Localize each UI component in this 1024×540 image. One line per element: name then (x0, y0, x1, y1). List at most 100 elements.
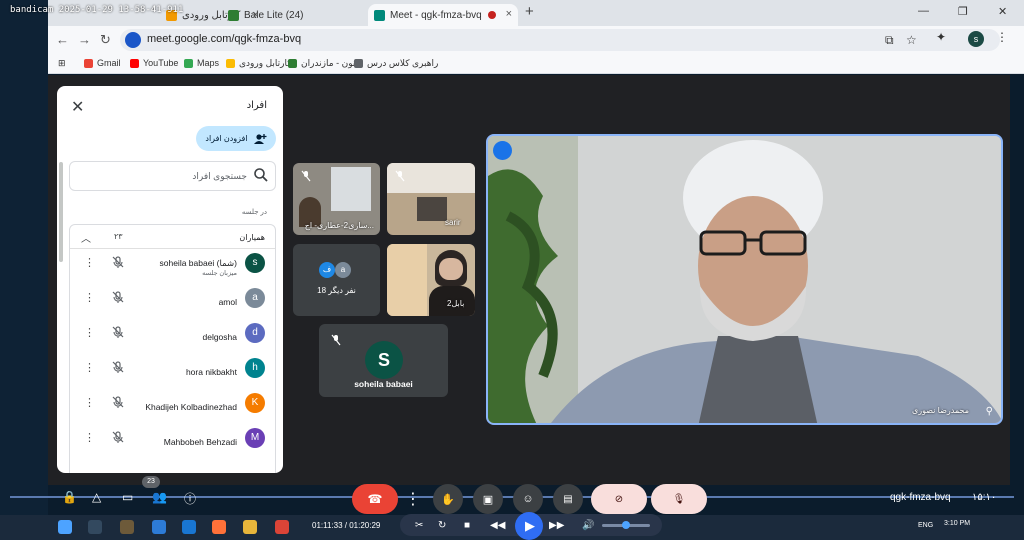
participant-role: میزبان جلسه (202, 270, 237, 277)
maximize-icon[interactable]: ❐ (958, 5, 968, 18)
system-time[interactable]: 3:10 PM (944, 520, 970, 527)
tab-favicon-icon (374, 10, 385, 21)
pin-icon[interactable]: ⚲ (986, 406, 993, 417)
profile-avatar[interactable]: s (968, 31, 984, 47)
mic-off-icon (112, 361, 124, 373)
mic-off-icon: 🎙 (672, 493, 686, 505)
search-taskbar-icon[interactable] (88, 520, 102, 534)
panel-scrollbar[interactable] (59, 162, 63, 262)
close-icon[interactable]: × (506, 8, 512, 20)
more-vert-icon[interactable]: ⋮ (84, 256, 95, 269)
more-vert-icon[interactable]: ⋮ (84, 361, 95, 374)
participant-avatar: M (245, 428, 265, 448)
minimize-icon[interactable]: — (918, 5, 929, 17)
volume-icon[interactable]: 🔊 (582, 520, 594, 531)
extensions-icon[interactable]: ✦ (936, 30, 946, 44)
more-vert-icon[interactable]: ⋮ (84, 291, 95, 304)
participant-row[interactable]: ⋮ Mahbobeh Behzadi M (70, 424, 275, 454)
reload-icon[interactable]: ↻ (100, 32, 111, 48)
participant-tile-babol[interactable]: بابل2 (387, 244, 475, 316)
mic-off-icon (112, 256, 124, 268)
menu-icon[interactable]: ⋮ (996, 30, 1008, 44)
shelf-bg (387, 244, 427, 316)
speaking-indicator-icon (493, 141, 512, 160)
address-bar[interactable]: meet.google.com/qgk-fmza-bvq ⧉ ☆ (120, 29, 1000, 51)
participant-avatar: K (245, 393, 265, 413)
tab-2[interactable]: Meet - qgk-fmza-bvq × (368, 4, 518, 26)
more-vert-icon[interactable]: ⋮ (84, 326, 95, 339)
volume-slider-thumb[interactable] (622, 521, 630, 529)
bookmark-gmail[interactable]: Gmail (84, 58, 121, 68)
bookmark-rahbari[interactable]: راهبری کلاس درس (354, 58, 438, 69)
camera-toggle-button[interactable]: ⊘ (591, 484, 647, 514)
add-people-button[interactable]: افزودن افراد (196, 126, 276, 151)
participant-tile-sarir[interactable]: sarir (387, 163, 475, 235)
more-options-button[interactable]: ⋮ (404, 484, 422, 514)
forward-icon[interactable]: → (78, 32, 91, 47)
bookmark-youtube[interactable]: YouTube (130, 58, 178, 68)
emoji-button[interactable]: ☺ (513, 484, 543, 514)
chat-icon[interactable]: ▭ (122, 490, 133, 504)
bookmark-maps[interactable]: Maps (184, 58, 219, 68)
others-tile[interactable]: ف a 18 نفر دیگر (293, 244, 380, 316)
language-indicator[interactable]: ENG (918, 522, 933, 529)
add-person-icon (253, 133, 267, 144)
main-speaker-tile[interactable]: محمدرضا نصوری ⚲ (486, 134, 1003, 425)
mic-off-icon (331, 334, 341, 346)
mic-off-icon (301, 170, 311, 182)
translate-icon[interactable]: ⧉ (885, 33, 894, 48)
hand-icon: ✋ (441, 493, 455, 506)
present-button[interactable]: ▣ (473, 484, 503, 514)
chrome-taskbar-icon[interactable] (275, 520, 289, 534)
participant-row[interactable]: ⋮ Khadijeh Kolbadinezhad K (70, 389, 275, 419)
taskbar-app-icon[interactable] (120, 520, 134, 534)
people-icon[interactable]: 👥 (152, 490, 167, 504)
raise-hand-button[interactable]: ✋ (433, 484, 463, 514)
captions-button[interactable]: ▤ (553, 484, 583, 514)
more-vert-icon[interactable]: ⋮ (84, 431, 95, 444)
taskbar-app-icon[interactable] (182, 520, 196, 534)
lock-icon[interactable]: 🔒 (62, 490, 77, 504)
firefox-icon[interactable] (212, 520, 226, 534)
repeat-icon[interactable]: ↻ (438, 520, 446, 531)
self-avatar: S (365, 341, 403, 379)
fast-forward-icon[interactable]: ▶▶ (549, 520, 564, 531)
windows-start-icon[interactable] (58, 520, 72, 534)
participant-tile-sari[interactable]: ساری2-عطاری- اح... (293, 163, 380, 235)
participant-row[interactable]: ⋮ amol a (70, 284, 275, 314)
site-info-icon[interactable] (125, 32, 141, 48)
play-button[interactable]: ▶ (515, 512, 543, 540)
taskbar-app-icon[interactable] (152, 520, 166, 534)
stop-icon[interactable]: ■ (464, 520, 470, 531)
bookmark-kartabl[interactable]: کارتابل ورودی (226, 58, 292, 69)
activities-icon[interactable]: △ (92, 490, 101, 504)
folder-taskbar-icon[interactable] (243, 520, 257, 534)
contributors-label: همیاران (239, 233, 265, 242)
bookmark-kanoon[interactable]: کانون - مازندران (288, 58, 362, 69)
info-icon[interactable]: ⓘ (184, 490, 196, 507)
chevron-up-icon[interactable]: ︿ (81, 230, 91, 245)
tile-name: ساری2-عطاری- اح... (304, 221, 374, 230)
mic-toggle-button[interactable]: 🎙 (651, 484, 707, 514)
close-window-icon[interactable]: ✕ (998, 5, 1007, 18)
leave-call-button[interactable]: ☎ (352, 484, 398, 514)
self-tile[interactable]: S soheila babaei (319, 324, 448, 397)
participant-row[interactable]: ⋮ soheila babaei (شما) میزبان جلسه s (70, 249, 275, 279)
tab-1[interactable]: Bale Lite (24) × (222, 4, 386, 26)
bookmark-label: راهبری کلاس درس (367, 58, 439, 68)
rewind-icon[interactable]: ◀◀ (490, 520, 505, 531)
search-people-field[interactable]: جستجوی افراد (69, 161, 276, 191)
cut-icon[interactable]: ✂ (415, 520, 423, 531)
participant-row[interactable]: ⋮ hora nikbakht h (70, 354, 275, 384)
close-icon[interactable]: ✕ (71, 97, 84, 117)
more-vert-icon[interactable]: ⋮ (84, 396, 95, 409)
contributors-header[interactable]: ︿ ۲۳ همیاران (70, 225, 275, 249)
participant-name: Khadijeh Kolbadinezhad (145, 402, 237, 412)
participant-row[interactable]: ⋮ delgosha d (70, 319, 275, 349)
meeting-clock: ۱۵:۱۰ (972, 492, 997, 503)
new-tab-icon[interactable]: + (525, 3, 534, 20)
participant-avatar: a (245, 288, 265, 308)
back-icon[interactable]: ← (56, 32, 69, 47)
apps-icon[interactable]: ⊞ (58, 58, 66, 69)
bookmark-star-icon[interactable]: ☆ (906, 33, 917, 47)
